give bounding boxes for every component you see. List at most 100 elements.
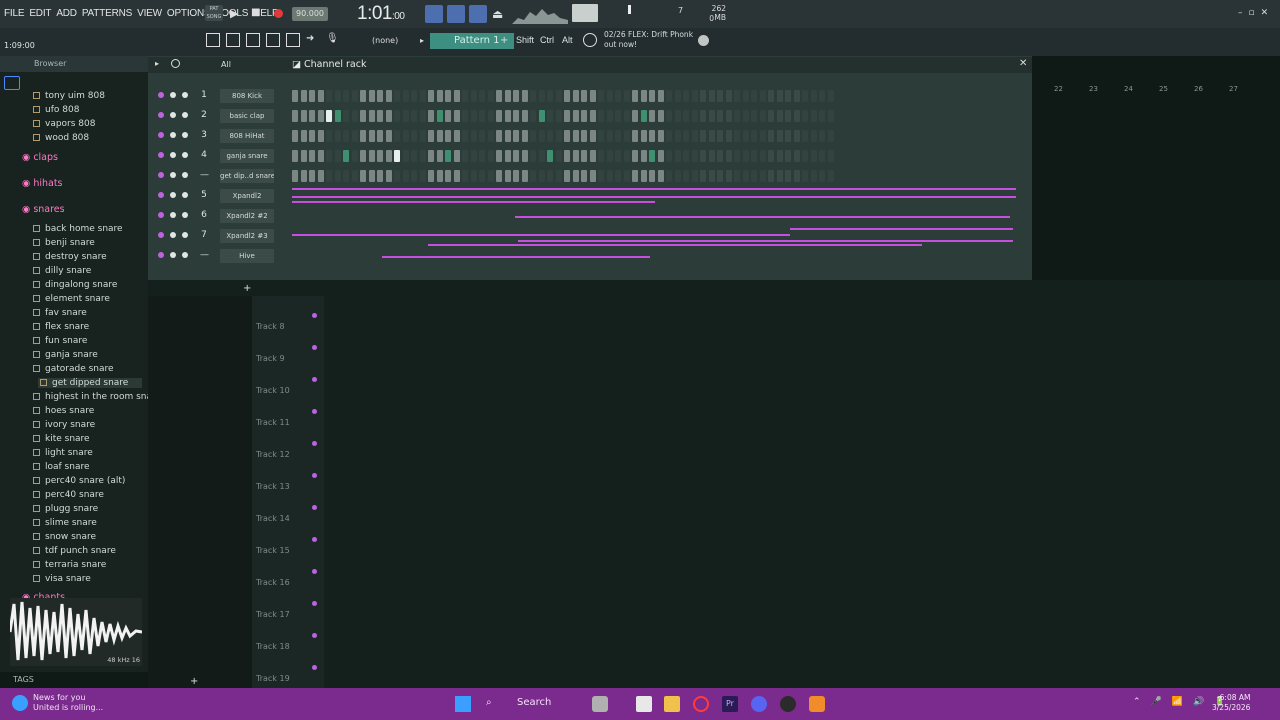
rack-menu-icon[interactable]: ▸ [155, 59, 159, 68]
channel-mixer-track[interactable]: 2 [200, 110, 208, 120]
step-button[interactable] [470, 110, 477, 122]
browser-item[interactable]: back home snare [33, 224, 123, 234]
step-button[interactable] [589, 150, 596, 162]
step-button[interactable] [564, 150, 570, 162]
step-button[interactable] [411, 130, 417, 142]
step-button[interactable] [759, 110, 766, 122]
channel-mixer-track[interactable]: 3 [200, 130, 208, 140]
step-button[interactable] [657, 130, 664, 142]
step-button[interactable] [640, 170, 647, 182]
step-button[interactable] [751, 170, 757, 182]
add-clip-icon[interactable]: + [190, 676, 198, 687]
step-button[interactable] [326, 90, 332, 102]
step-button[interactable] [521, 130, 528, 142]
step-button[interactable] [572, 170, 579, 182]
browser-item[interactable]: perc40 snare (alt) [33, 476, 125, 486]
system-clock[interactable]: 6:08 AM 3/25/2026 [1212, 693, 1250, 713]
track-label[interactable]: Track 19 [256, 674, 290, 683]
step-button[interactable] [623, 130, 630, 142]
step-button[interactable] [759, 150, 766, 162]
browser-item[interactable]: visa snare [33, 574, 91, 584]
step-button[interactable] [309, 170, 315, 182]
pattern-prev-icon[interactable]: ▸ [420, 36, 424, 45]
step-button[interactable] [411, 90, 417, 102]
channel-mixer-track[interactable]: — [200, 170, 209, 180]
step-button[interactable] [640, 90, 647, 102]
step-button[interactable] [615, 150, 621, 162]
step-button[interactable] [334, 170, 341, 182]
step-button[interactable] [776, 90, 783, 102]
step-button[interactable] [292, 90, 298, 102]
hint-gear-icon[interactable] [583, 33, 597, 47]
step-button[interactable] [581, 110, 587, 122]
step-button[interactable] [530, 110, 536, 122]
step-button[interactable] [768, 90, 774, 102]
step-button[interactable] [530, 130, 536, 142]
mute-led[interactable] [158, 92, 164, 98]
channel-row[interactable]: 2 basic clap [150, 108, 1020, 124]
step-button[interactable] [428, 170, 434, 182]
step-button[interactable] [751, 130, 757, 142]
channel-name-button[interactable]: Hive [220, 249, 274, 263]
step-button[interactable] [453, 130, 460, 142]
metronome-icon[interactable] [469, 5, 487, 23]
step-button[interactable] [827, 90, 834, 102]
step-button[interactable] [785, 170, 791, 182]
track-label[interactable]: Track 10 [256, 386, 290, 395]
step-button[interactable] [470, 130, 477, 142]
step-button[interactable] [717, 130, 723, 142]
step-button[interactable] [360, 90, 366, 102]
step-button[interactable] [462, 150, 468, 162]
step-button[interactable] [725, 150, 732, 162]
step-button[interactable] [674, 170, 681, 182]
track-label[interactable]: Track 17 [256, 610, 290, 619]
step-button[interactable] [504, 130, 511, 142]
step-button[interactable] [487, 130, 494, 142]
step-button[interactable] [632, 110, 638, 122]
mute-led[interactable] [158, 232, 164, 238]
step-button[interactable] [343, 170, 349, 182]
step-button[interactable] [334, 90, 341, 102]
step-button[interactable] [819, 110, 825, 122]
step-button[interactable] [453, 170, 460, 182]
step-button[interactable] [649, 170, 655, 182]
step-button[interactable] [759, 130, 766, 142]
step-button[interactable] [751, 110, 757, 122]
add-track-icon[interactable]: + [243, 283, 251, 294]
step-button[interactable] [615, 90, 621, 102]
step-button[interactable] [708, 150, 715, 162]
step-button[interactable] [810, 130, 817, 142]
step-button[interactable] [572, 110, 579, 122]
step-button[interactable] [606, 170, 613, 182]
stop-button[interactable]: ■ [251, 7, 265, 21]
step-button[interactable] [691, 130, 698, 142]
step-button[interactable] [819, 90, 825, 102]
step-button[interactable] [572, 130, 579, 142]
step-button[interactable] [623, 150, 630, 162]
channel-knob[interactable] [170, 212, 176, 218]
step-button[interactable] [742, 170, 749, 182]
browser-item[interactable]: kite snare [33, 434, 90, 444]
weather-icon[interactable] [12, 695, 28, 711]
channel-row[interactable]: 4 ganja snare [150, 148, 1020, 164]
step-button[interactable] [326, 110, 332, 122]
step-button[interactable] [368, 130, 375, 142]
step-button[interactable] [691, 110, 698, 122]
step-button[interactable] [377, 110, 383, 122]
step-button[interactable] [725, 90, 732, 102]
step-button[interactable] [479, 90, 485, 102]
step-button[interactable] [708, 130, 715, 142]
step-button[interactable] [751, 90, 757, 102]
step-button[interactable] [785, 150, 791, 162]
step-button[interactable] [351, 90, 358, 102]
step-button[interactable] [402, 110, 409, 122]
step-button[interactable] [445, 150, 451, 162]
menu-options[interactable]: OPTIONS [167, 8, 211, 19]
step-button[interactable] [547, 110, 553, 122]
step-button[interactable] [657, 150, 664, 162]
step-button[interactable] [462, 170, 468, 182]
step-button[interactable] [419, 110, 426, 122]
step-button[interactable] [368, 90, 375, 102]
step-button[interactable] [793, 170, 800, 182]
step-button[interactable] [317, 170, 324, 182]
